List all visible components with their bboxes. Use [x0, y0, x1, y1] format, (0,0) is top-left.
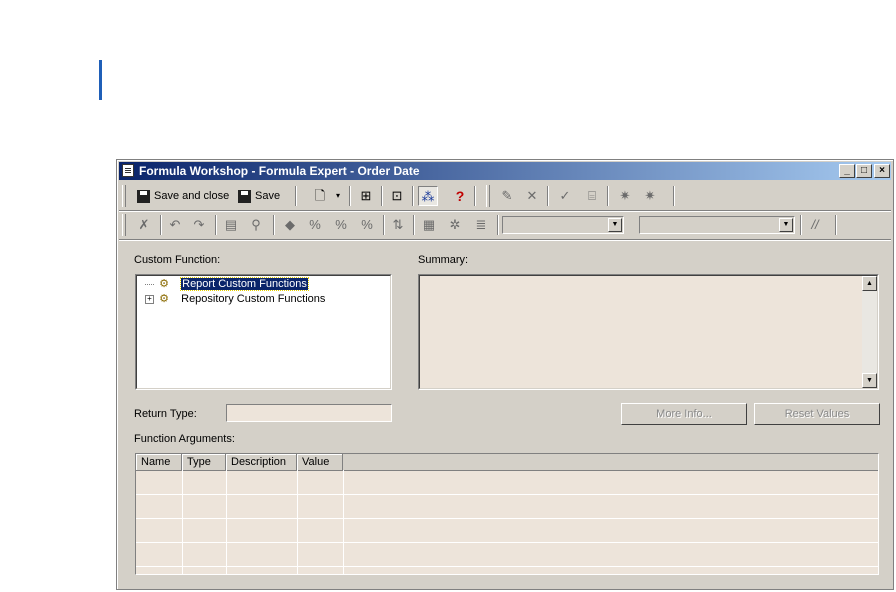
custom-function-label: Custom Function: [134, 254, 221, 266]
function-arguments-label: Function Arguments: [134, 433, 235, 445]
tree-toggle-icon[interactable]: ⊞ [358, 188, 374, 204]
content-area: Custom Function: ⚙ Report Custom Functio… [119, 242, 891, 587]
column-header-description[interactable]: Description [226, 454, 297, 470]
return-type-label: Return Type: [134, 408, 197, 420]
tree-item-repository-custom-functions[interactable]: + ⚙ Repository Custom Functions [145, 292, 325, 307]
comment-icon[interactable]: // [807, 217, 823, 233]
bookmark-icon[interactable]: ◆ [282, 217, 298, 233]
save-icon [137, 189, 150, 203]
column-header-value[interactable]: Value [297, 454, 343, 470]
toolbar-separator [673, 186, 675, 206]
summary-scrollbar[interactable]: ▲ ▼ [862, 276, 877, 388]
use-extractor-icon[interactable]: ✷ [642, 188, 658, 204]
close-button[interactable]: × [874, 164, 890, 178]
chevron-down-icon[interactable]: ▼ [608, 218, 622, 232]
expert-icon[interactable]: ⌸ [584, 188, 600, 204]
toolbar-grip[interactable] [122, 185, 126, 207]
check-syntax-icon[interactable]: ✗ [136, 217, 152, 233]
fields-tree-icon[interactable]: ▦ [421, 217, 437, 233]
column-header-type[interactable]: Type [182, 454, 226, 470]
tree-line [145, 283, 154, 285]
text-cursor-bar [99, 60, 102, 100]
toolbar-separator [607, 186, 609, 206]
sort-icon[interactable]: ⇅ [390, 217, 406, 233]
functions-tree-icon[interactable]: ✲ [447, 217, 463, 233]
operators-tree-icon[interactable]: ≣ [473, 217, 489, 233]
formula-toolbar: ✗ ↶ ↷ ▤ ⚲ ◆ % % % ⇅ ▦ ✲ ≣ ▼ ▼ // [119, 211, 891, 240]
toolbar-separator [295, 186, 297, 206]
reset-values-button[interactable]: Reset Values [754, 403, 880, 425]
function-arguments-grid[interactable]: Name Type Description Value [135, 453, 879, 575]
previous-bookmark-icon[interactable]: % [333, 217, 349, 233]
toolbar-separator [412, 186, 414, 206]
toolbar-separator [547, 186, 549, 206]
maximize-button[interactable]: □ [856, 164, 872, 178]
summary-border [419, 275, 878, 389]
custom-functions-folder-icon: ⚙ [159, 278, 169, 291]
summary-label: Summary: [418, 254, 469, 266]
new-icon[interactable]: 🗋 [312, 188, 328, 204]
table-row[interactable] [136, 495, 878, 519]
browse-icon[interactable]: ✎ [499, 188, 515, 204]
save-button[interactable]: Save [238, 186, 280, 206]
formula-workshop-window: Formula Workshop - Formula Expert - Orde… [116, 159, 894, 590]
toolbar-separator [273, 215, 275, 235]
custom-functions-folder-icon: ⚙ [159, 293, 169, 306]
toolbar-separator [349, 186, 351, 206]
dropdown-arrow-icon[interactable]: ▾ [333, 188, 343, 204]
table-row[interactable] [136, 519, 878, 543]
minimize-button[interactable]: _ [839, 164, 855, 178]
evaluation-combo[interactable]: ▼ [639, 216, 795, 234]
return-type-field [226, 404, 392, 422]
browse-data-icon[interactable]: ▤ [223, 217, 239, 233]
scroll-down-icon[interactable]: ▼ [862, 373, 877, 388]
custom-function-tree[interactable]: ⚙ Report Custom Functions + ⚙ Repository… [135, 274, 392, 390]
toolbar-separator [413, 215, 415, 235]
syntax-combo[interactable]: ▼ [502, 216, 624, 234]
table-row[interactable] [136, 543, 878, 567]
toolbar-separator [160, 215, 162, 235]
toolbar-separator [497, 215, 499, 235]
clear-bookmarks-icon[interactable]: % [359, 217, 375, 233]
toolbar-separator [381, 186, 383, 206]
tree-item-label: Report Custom Functions [180, 277, 309, 291]
toolbar-separator [383, 215, 385, 235]
scroll-up-icon[interactable]: ▲ [862, 276, 877, 291]
save-label: Save [255, 190, 281, 202]
properties-icon[interactable]: ⊡ [389, 188, 405, 204]
find-icon[interactable]: ⚲ [248, 217, 264, 233]
delete-icon[interactable]: ✕ [524, 188, 540, 204]
save-icon [238, 189, 251, 203]
column-header-name[interactable]: Name [136, 454, 182, 470]
grid-header: Name Type Description Value [136, 454, 878, 471]
custom-function-icon[interactable]: ✷ [617, 188, 633, 204]
formula-workshop-icon [122, 164, 134, 177]
expand-icon[interactable]: + [145, 294, 154, 304]
window-title: Formula Workshop - Formula Expert - Orde… [139, 164, 420, 178]
toolbar-separator [474, 186, 476, 206]
help-icon[interactable]: ? [452, 188, 468, 204]
main-toolbar: Save and close Save 🗋 ▾ ⊞ ⊡ ⁂ ? ✎ ✕ ✓ ⌸ … [119, 182, 891, 211]
toolbar-separator [835, 215, 837, 235]
toolbar-grip[interactable] [122, 214, 126, 236]
table-row[interactable] [136, 471, 878, 495]
toolbar-separator [215, 215, 217, 235]
toolbar-grip[interactable] [486, 185, 490, 207]
more-info-button[interactable]: More Info... [621, 403, 747, 425]
toolbar-separator [800, 215, 802, 235]
undo-icon[interactable]: ↶ [167, 217, 183, 233]
check-icon[interactable]: ✓ [557, 188, 573, 204]
title-bar[interactable]: Formula Workshop - Formula Expert - Orde… [119, 162, 891, 180]
redo-icon[interactable]: ↷ [191, 217, 207, 233]
chevron-down-icon[interactable]: ▼ [779, 218, 793, 232]
save-and-close-button[interactable]: Save and close [137, 186, 229, 206]
tree-item-report-custom-functions[interactable]: ⚙ Report Custom Functions [145, 277, 309, 292]
summary-textbox[interactable]: ▲ ▼ [418, 274, 879, 390]
save-and-close-label: Save and close [154, 190, 230, 202]
tree-item-label: Repository Custom Functions [181, 293, 326, 305]
wand-icon[interactable]: ⁂ [418, 186, 438, 206]
next-bookmark-icon[interactable]: % [307, 217, 323, 233]
